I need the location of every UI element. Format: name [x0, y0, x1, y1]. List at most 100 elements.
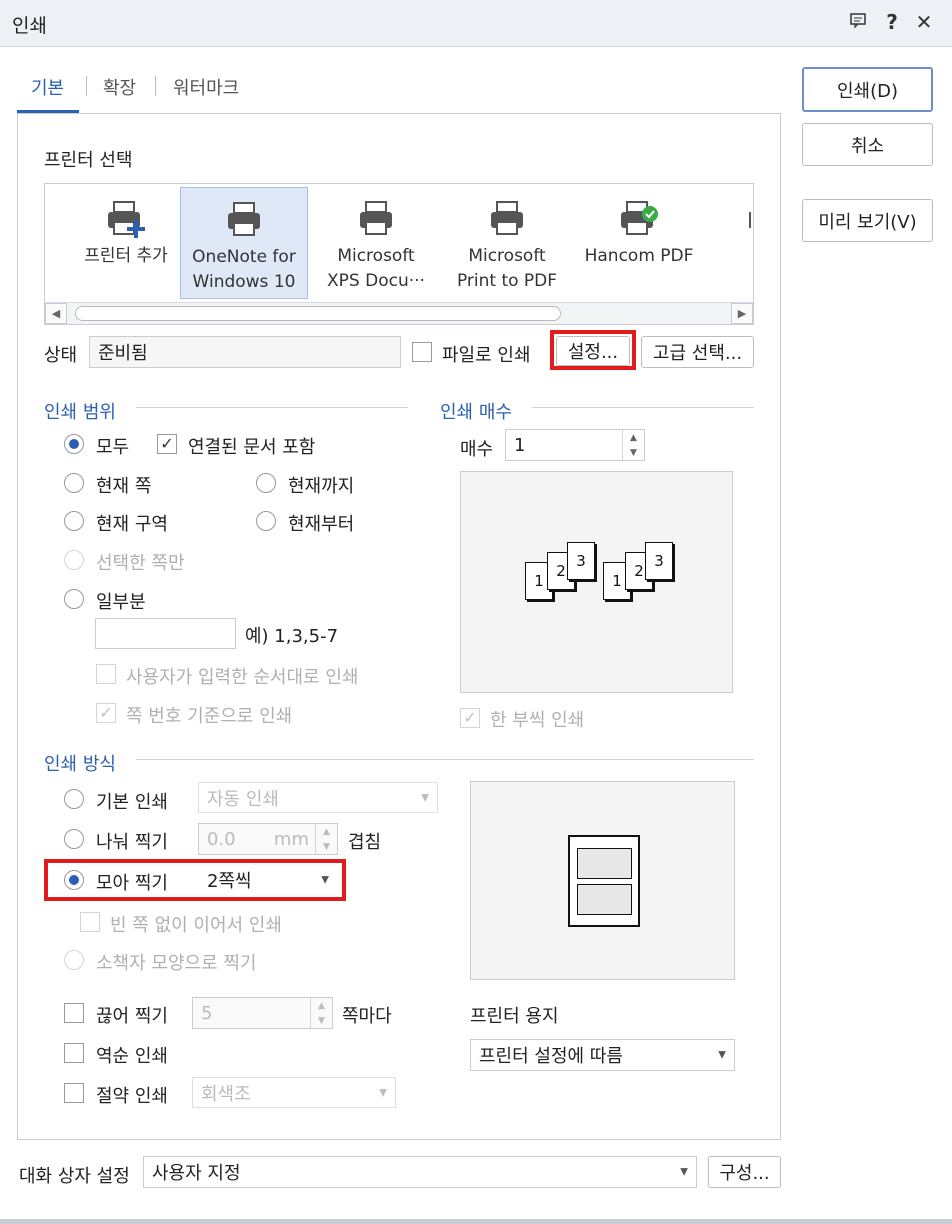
print-range-title: 인쇄 범위 — [44, 402, 116, 423]
cut-suffix-label: 쪽마다 — [342, 1006, 392, 1027]
close-icon[interactable]: ✕ — [912, 10, 936, 34]
chevron-down-icon[interactable]: ▼ — [321, 875, 329, 886]
window-bottom-border — [0, 1219, 952, 1224]
range-until-current-radio[interactable] — [256, 473, 276, 493]
printer-item-label: 프린터 추가 — [84, 246, 168, 266]
printer-list-scrollbar[interactable]: ◀ ▶ — [45, 302, 753, 324]
preview-button[interactable]: 미리 보기(V) — [802, 199, 933, 242]
reverse-print-label: 역순 인쇄 — [96, 1046, 168, 1067]
stepper-arrows: ▲ ▼ — [315, 824, 337, 854]
paper-select[interactable]: 프린터 설정에 따름 ▼ — [470, 1039, 735, 1071]
range-selected-label: 선택한 쪽만 — [96, 553, 185, 574]
include-linked-label: 연결된 문서 포함 — [188, 437, 316, 458]
window-title: 인쇄 — [12, 15, 47, 37]
print-to-file-checkbox[interactable] — [412, 342, 432, 362]
range-partial-radio[interactable] — [64, 589, 84, 609]
range-selected-radio — [64, 550, 84, 570]
page-range-input[interactable] — [95, 618, 236, 649]
cut-value: 5 — [201, 1002, 213, 1024]
range-from-current-label: 현재부터 — [288, 514, 355, 535]
comment-icon[interactable] — [846, 10, 870, 34]
range-from-current-radio[interactable] — [256, 511, 276, 531]
divider — [532, 407, 754, 408]
no-blank-label: 빈 쪽 없이 이어서 인쇄 — [110, 915, 282, 936]
overlap-label: 겹침 — [348, 832, 382, 853]
copies-preview: 1 2 3 1 2 3 — [460, 471, 733, 693]
page-sheet: 3 — [567, 542, 595, 580]
save-print-select-value: 회색조 — [201, 1083, 251, 1105]
printer-item-add[interactable]: 프린터 추가 — [62, 187, 190, 299]
chevron-down-icon[interactable]: ▼ — [630, 448, 637, 458]
configure-button[interactable]: 구성... — [708, 1156, 781, 1188]
printer-item-print-to-pdf[interactable]: Microsoft Print to PDF — [443, 187, 571, 299]
chevron-up-icon[interactable]: ▲ — [630, 433, 637, 443]
chevron-up-icon: ▲ — [318, 1000, 325, 1011]
scroll-thumb[interactable] — [75, 306, 561, 321]
range-current-section-radio[interactable] — [64, 511, 84, 531]
range-all-radio[interactable] — [64, 434, 84, 454]
tab-separator — [86, 76, 87, 96]
include-linked-checkbox[interactable]: ✓ — [157, 434, 177, 454]
range-current-page-radio[interactable] — [64, 473, 84, 493]
printer-item-hancom-pdf[interactable]: Hancom PDF — [575, 187, 703, 299]
dialog-settings-select[interactable]: 사용자 지정 ▼ — [143, 1156, 697, 1188]
scroll-left-icon[interactable]: ◀ — [45, 303, 67, 324]
printer-item-label: Microsoft — [337, 246, 415, 266]
copies-label: 매수 — [460, 439, 494, 460]
tab-basic[interactable]: 기본 — [31, 74, 64, 100]
settings-button[interactable]: 설정... — [556, 336, 630, 366]
nup-select-value: 2쪽씩 — [207, 871, 252, 892]
printer-item-partial — [749, 212, 751, 228]
paper-select-value: 프린터 설정에 따름 — [479, 1046, 623, 1067]
printer-check-icon — [621, 201, 658, 235]
range-partial-label: 일부분 — [96, 592, 146, 613]
printer-icon — [228, 202, 260, 236]
split-value: 0.0 — [207, 828, 236, 850]
printer-item-onenote[interactable]: OneNote for Windows 10 — [180, 187, 308, 299]
chevron-down-icon[interactable]: ▼ — [718, 1050, 726, 1061]
nup-select[interactable]: 2쪽씩 ▼ — [198, 865, 338, 895]
nup-print-label: 모아 찍기 — [96, 873, 168, 894]
booklet-radio — [64, 950, 84, 970]
user-order-label: 사용자가 입력한 순서대로 인쇄 — [126, 667, 359, 688]
basic-print-label: 기본 인쇄 — [96, 792, 168, 813]
divider — [136, 759, 754, 760]
printer-list: 프린터 추가 OneNote for Windows 10 Microsoft … — [44, 183, 754, 325]
advanced-button[interactable]: 고급 선택... — [641, 336, 754, 368]
stepper-arrows: ▲ ▼ — [310, 998, 332, 1028]
copies-stepper[interactable]: 1 ▲ ▼ — [505, 429, 645, 461]
tab-watermark[interactable]: 워터마크 — [173, 74, 239, 100]
split-print-label: 나눠 찍기 — [96, 832, 168, 853]
basic-print-radio[interactable] — [64, 789, 84, 809]
status-label: 상태 — [44, 345, 78, 366]
chevron-down-icon[interactable]: ▼ — [680, 1167, 688, 1178]
no-blank-checkbox — [80, 912, 100, 932]
printer-item-xps[interactable]: Microsoft XPS Docu··· — [312, 187, 440, 299]
split-print-radio[interactable] — [64, 829, 84, 849]
copies-value: 1 — [514, 434, 526, 456]
help-icon[interactable]: ? — [880, 10, 904, 34]
status-field: 준비됨 — [89, 336, 401, 368]
page-number-order-checkbox: ✓ — [96, 703, 116, 723]
save-print-select: 회색조 ▼ — [192, 1077, 396, 1108]
cancel-button[interactable]: 취소 — [802, 123, 933, 166]
printer-item-label: OneNote for — [192, 247, 296, 267]
printer-item-label: Microsoft — [468, 246, 546, 266]
stepper-arrows[interactable]: ▲ ▼ — [622, 430, 644, 460]
basic-print-select-value: 자동 인쇄 — [207, 788, 279, 810]
page-range-example: 예) 1,3,5-7 — [245, 626, 339, 647]
preview-page — [568, 835, 640, 927]
chevron-up-icon: ▲ — [323, 826, 330, 837]
cut-print-checkbox[interactable] — [64, 1003, 84, 1023]
nup-print-radio[interactable] — [64, 870, 84, 890]
scroll-right-icon[interactable]: ▶ — [731, 303, 753, 324]
basic-print-select: 자동 인쇄 ▼ — [198, 782, 438, 813]
save-print-label: 절약 인쇄 — [96, 1086, 168, 1107]
printer-item-label: Windows 10 — [192, 272, 296, 292]
print-button[interactable]: 인쇄(D) — [802, 67, 933, 112]
dialog-settings-label: 대화 상자 설정 — [19, 1166, 130, 1187]
tab-extended[interactable]: 확장 — [103, 74, 136, 100]
split-stepper: 0.0 mm ▲ ▼ — [198, 823, 338, 855]
save-print-checkbox[interactable] — [64, 1083, 84, 1103]
reverse-print-checkbox[interactable] — [64, 1043, 84, 1063]
